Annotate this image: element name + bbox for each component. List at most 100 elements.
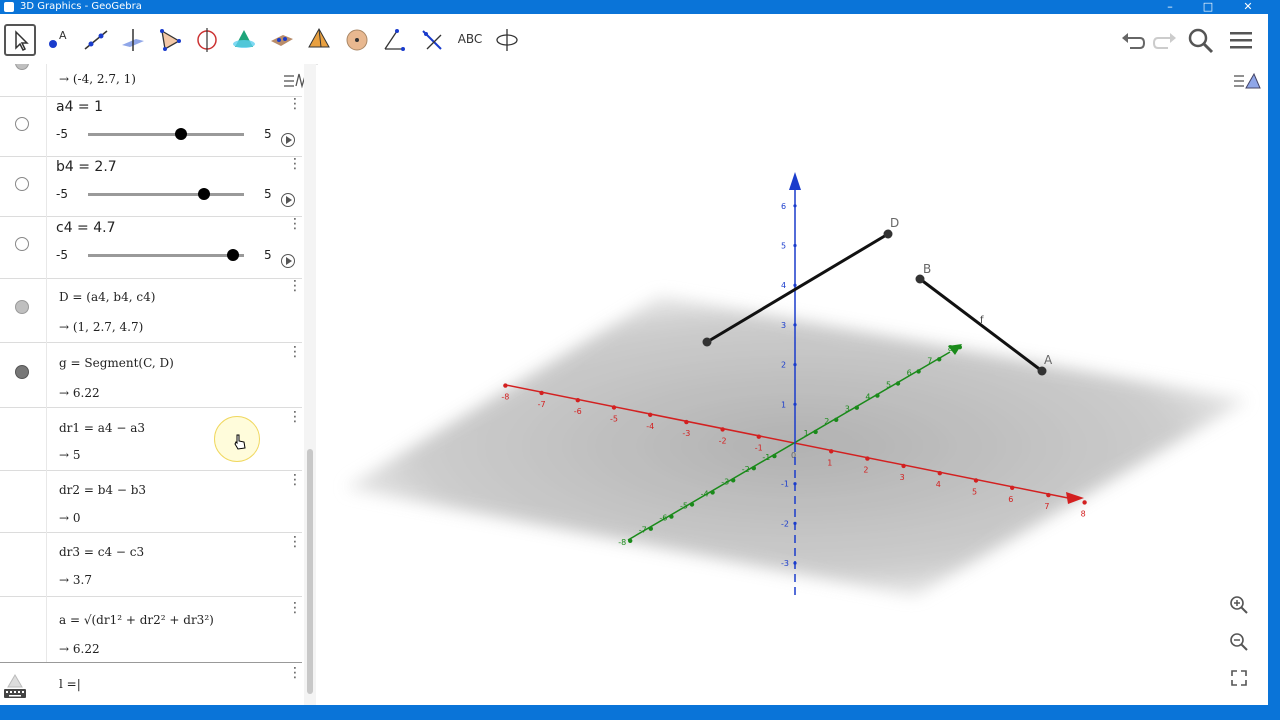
algebra-row-g[interactable]: g = Segment(C, D) ⋮ → 6.22: [0, 342, 302, 408]
row-output: → (1, 2.7, 4.7): [59, 320, 144, 334]
x-tick-label: -2: [719, 436, 727, 445]
pyramid-tool-button[interactable]: [303, 24, 335, 56]
slider-max: 5: [264, 187, 272, 201]
angle-tool-button[interactable]: [378, 24, 410, 56]
slider-row-a4[interactable]: a4 = 1 ⋮ -5 5: [0, 96, 302, 157]
row-output: → 0: [59, 511, 81, 525]
play-icon[interactable]: [281, 133, 295, 147]
main-menu-button[interactable]: [1226, 26, 1256, 56]
close-button[interactable]: ✕: [1228, 0, 1268, 14]
algebra-scrollbar[interactable]: [304, 64, 316, 705]
3d-scene[interactable]: -8-7-6-5-4-3-2-1012345678-8-7-6-5-4-3-2-…: [318, 64, 1268, 705]
z-axis-arrow: [789, 172, 801, 190]
algebra-row-dr2[interactable]: dr2 = b4 − b3 ⋮ → 0: [0, 470, 302, 533]
row-marker: [0, 596, 47, 662]
plane-tool-button[interactable]: [266, 24, 298, 56]
visibility-toggle[interactable]: [15, 237, 29, 251]
row-marker: [0, 156, 47, 216]
input-field[interactable]: l =|: [59, 677, 81, 691]
row-menu-icon[interactable]: ⋮: [288, 410, 302, 424]
y-tick-label: -8: [618, 538, 626, 547]
visibility-toggle[interactable]: [15, 64, 29, 70]
reflect-tool-button[interactable]: [416, 24, 448, 56]
geogebra-app-icon: [4, 2, 14, 12]
play-icon[interactable]: [281, 254, 295, 268]
intersect-surfaces-button[interactable]: [228, 24, 260, 56]
slider-track[interactable]: [88, 128, 244, 140]
algebra-row-D[interactable]: D = (a4, b4, c4) ⋮ → (1, 2.7, 4.7): [0, 278, 302, 343]
visibility-toggle[interactable]: [15, 117, 29, 131]
z-tick-label: 5: [781, 242, 786, 251]
polygon-tool-button[interactable]: [154, 24, 186, 56]
keyboard-button[interactable]: [2, 673, 28, 699]
minimize-button[interactable]: –: [1150, 0, 1190, 14]
graphics-style-bar-button[interactable]: [1232, 68, 1262, 94]
visibility-toggle[interactable]: [15, 300, 29, 314]
scrollbar-thumb[interactable]: [307, 449, 313, 694]
line-tool-icon: [84, 30, 108, 50]
window-title: 3D Graphics - GeoGebra: [20, 1, 142, 12]
slider-label: b4 = 2.7: [56, 159, 117, 175]
input-bar[interactable]: l =| ⋮: [0, 662, 302, 705]
search-button[interactable]: [1186, 26, 1216, 56]
row-marker: [0, 532, 47, 596]
label-f: f: [980, 315, 984, 326]
graphics-3d-view[interactable]: -8 -7 -6 -5 -4 -3 -2 -1 0 1 2 3 4 5 6 7 8 -8 -7 -6 -5 -4 -3 -2-…: [318, 64, 1268, 705]
algebra-row-C[interactable]: → (-4, 2.7, 1): [0, 64, 302, 97]
zoom-out-icon: [1230, 633, 1248, 651]
circle-axis-button[interactable]: [191, 24, 223, 56]
maximize-button[interactable]: □: [1188, 0, 1228, 14]
slider-knob[interactable]: [175, 128, 187, 140]
slider-row-c4[interactable]: c4 = 4.7 ⋮ -5 5: [0, 216, 302, 279]
rotate-view-button[interactable]: [491, 24, 523, 56]
slider-knob[interactable]: [198, 188, 210, 200]
point-tool-button[interactable]: A: [42, 24, 74, 56]
move-tool-button[interactable]: [4, 24, 36, 56]
row-marker: [0, 278, 47, 342]
row-menu-icon[interactable]: ⋮: [288, 157, 302, 171]
text-tool-button[interactable]: ABC: [454, 24, 486, 56]
zoom-out-button[interactable]: [1228, 631, 1250, 653]
row-menu-icon[interactable]: ⋮: [288, 345, 302, 359]
undo-button[interactable]: [1118, 26, 1148, 56]
input-menu-icon[interactable]: ⋮: [288, 666, 302, 680]
x-tick-label: 1: [827, 458, 832, 467]
row-menu-icon[interactable]: ⋮: [288, 601, 302, 615]
sphere-tool-button[interactable]: [341, 24, 373, 56]
slider-min: -5: [56, 248, 68, 262]
algebra-row-dr3[interactable]: dr3 = c4 − c3 ⋮ → 3.7: [0, 532, 302, 597]
rotate-view-icon: [496, 29, 518, 51]
row-marker: [0, 216, 47, 278]
x-tick-label: 3: [900, 473, 905, 482]
visibility-toggle[interactable]: [15, 177, 29, 191]
algebra-style-bar-button[interactable]: [282, 68, 304, 94]
algebra-row-a[interactable]: a = √(dr1² + dr2² + dr3²) ⋮ → 6.22: [0, 596, 302, 663]
zoom-in-button[interactable]: [1228, 594, 1250, 616]
row-menu-icon[interactable]: ⋮: [288, 279, 302, 293]
slider-track[interactable]: [88, 188, 244, 200]
x-tick-label: 4: [936, 480, 941, 489]
x-tick-label: 6: [1008, 495, 1013, 504]
line-tool-button[interactable]: [80, 24, 112, 56]
hamburger-menu-icon: [1230, 32, 1252, 49]
fullscreen-button[interactable]: [1228, 667, 1250, 689]
slider-track[interactable]: [88, 249, 244, 261]
slider-row-b4[interactable]: b4 = 2.7 ⋮ -5 5: [0, 156, 302, 217]
row-menu-icon[interactable]: ⋮: [288, 535, 302, 549]
row-menu-icon[interactable]: ⋮: [288, 97, 302, 111]
point-A[interactable]: [1037, 366, 1047, 376]
redo-button[interactable]: [1150, 26, 1180, 56]
algebra-view: → (-4, 2.7, 1) a4 = 1 ⋮ -5 5 b4 = 2.7 ⋮ …: [0, 64, 304, 705]
circle-axis-icon: [197, 28, 217, 52]
slider-knob[interactable]: [227, 249, 239, 261]
reflect-tool-icon: [422, 30, 442, 50]
x-tick-label: -5: [610, 415, 618, 424]
point-D[interactable]: [883, 229, 893, 239]
play-icon[interactable]: [281, 193, 295, 207]
perpendicular-line-button[interactable]: [117, 24, 149, 56]
row-menu-icon[interactable]: ⋮: [288, 217, 302, 231]
point-C[interactable]: [702, 337, 712, 347]
row-output: → 6.22: [59, 386, 100, 400]
row-menu-icon[interactable]: ⋮: [288, 473, 302, 487]
visibility-toggle[interactable]: [15, 365, 29, 379]
